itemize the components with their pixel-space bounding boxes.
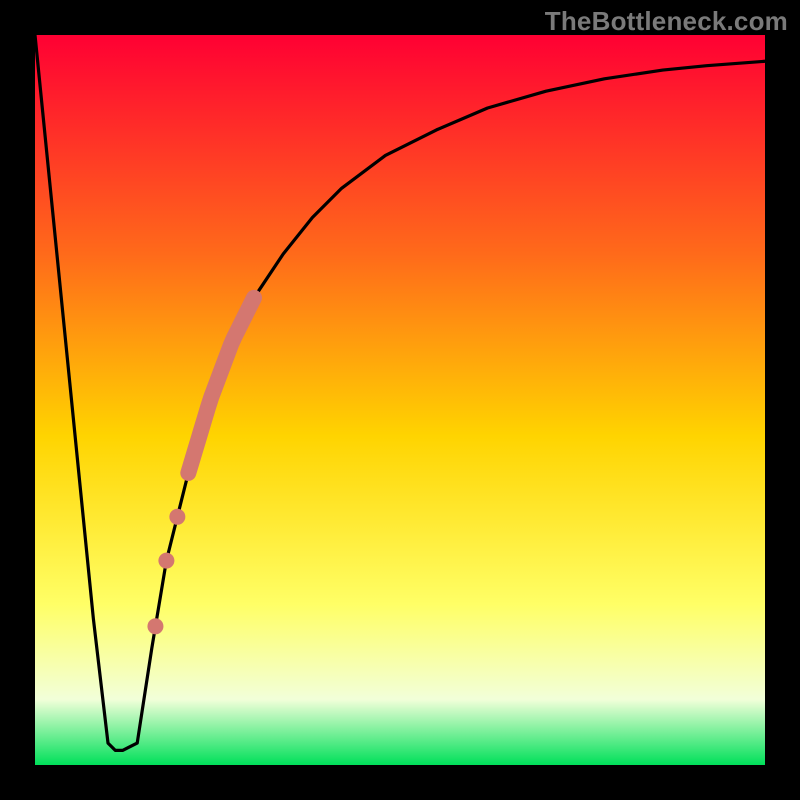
bottleneck-chart: TheBottleneck.com <box>0 0 800 800</box>
plot-background <box>35 35 765 765</box>
highlight-dot <box>158 553 174 569</box>
highlight-dot <box>147 618 163 634</box>
watermark-text: TheBottleneck.com <box>545 6 788 37</box>
highlight-dot <box>169 509 185 525</box>
chart-svg <box>0 0 800 800</box>
